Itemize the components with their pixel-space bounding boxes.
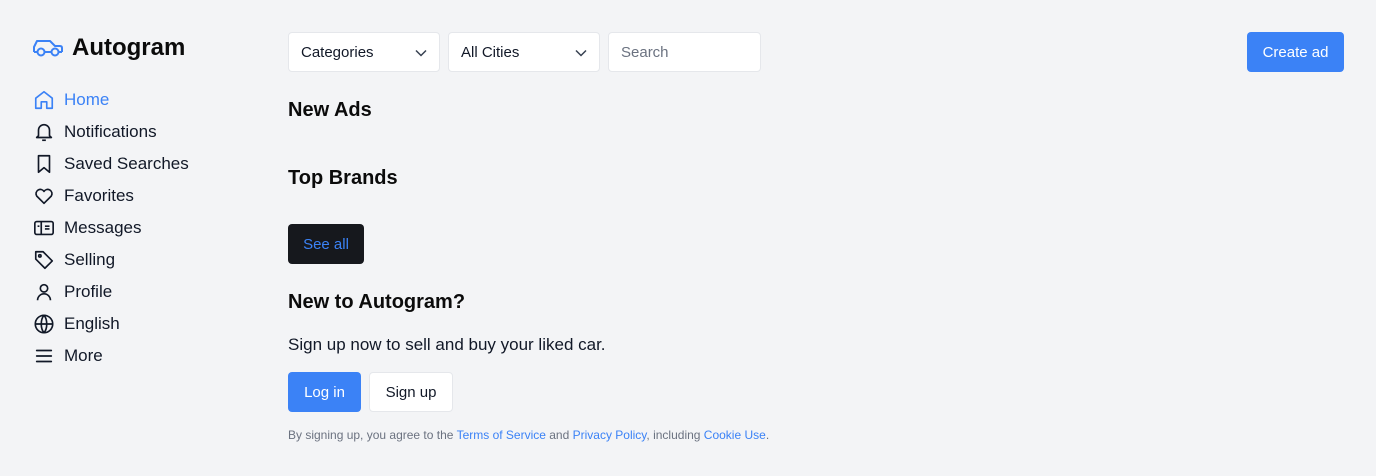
sidebar-item-label: Home bbox=[64, 90, 110, 109]
sidebar-item-label: More bbox=[64, 346, 103, 365]
terms-link[interactable]: Terms of Service bbox=[457, 428, 546, 442]
menu-icon bbox=[32, 344, 56, 368]
auth-buttons: Log in Sign up bbox=[288, 372, 453, 412]
signup-button[interactable]: Sign up bbox=[369, 372, 453, 412]
legal-notice: By signing up, you agree to the Terms of… bbox=[288, 428, 769, 442]
search-input[interactable] bbox=[608, 32, 761, 72]
sidebar: Autogram Home Notifications Saved Search… bbox=[32, 32, 262, 372]
globe-icon bbox=[32, 312, 56, 336]
sidebar-item-label: Favorites bbox=[64, 186, 134, 205]
sidebar-item-more[interactable]: More bbox=[32, 340, 262, 372]
main-content: Categories All Cities Create ad New Ads … bbox=[288, 32, 1348, 442]
legal-and: and bbox=[545, 428, 573, 442]
user-icon bbox=[32, 280, 56, 304]
cities-dropdown[interactable]: All Cities bbox=[448, 32, 600, 72]
top-brands-heading: Top Brands bbox=[288, 167, 398, 189]
tag-icon bbox=[32, 248, 56, 272]
login-button[interactable]: Log in bbox=[288, 372, 361, 412]
heart-icon bbox=[32, 184, 56, 208]
sidebar-nav: Home Notifications Saved Searches Favori… bbox=[32, 84, 262, 372]
sidebar-item-label: English bbox=[64, 314, 120, 333]
sidebar-item-label: Saved Searches bbox=[64, 154, 189, 173]
sidebar-item-saved-searches[interactable]: Saved Searches bbox=[32, 148, 262, 180]
sidebar-item-messages[interactable]: Messages bbox=[32, 212, 262, 244]
bell-icon bbox=[32, 120, 56, 144]
sidebar-item-label: Notifications bbox=[64, 122, 157, 141]
inbox-icon bbox=[32, 216, 56, 240]
sidebar-item-label: Messages bbox=[64, 218, 142, 237]
categories-dropdown[interactable]: Categories bbox=[288, 32, 440, 72]
topbar: Categories All Cities Create ad bbox=[288, 32, 1348, 72]
chevron-down-icon bbox=[575, 44, 587, 61]
legal-prefix: By signing up, you agree to the bbox=[288, 428, 457, 442]
sidebar-item-label: Profile bbox=[64, 282, 113, 301]
sidebar-item-notifications[interactable]: Notifications bbox=[32, 116, 262, 148]
join-heading: New to Autogram? bbox=[288, 291, 466, 313]
sidebar-item-home[interactable]: Home bbox=[32, 84, 262, 116]
cookie-link[interactable]: Cookie Use bbox=[704, 428, 766, 442]
join-description: Sign up now to sell and buy your liked c… bbox=[288, 335, 606, 354]
legal-including: , including bbox=[646, 428, 704, 442]
app-name: Autogram bbox=[72, 34, 186, 61]
legal-suffix: . bbox=[765, 428, 770, 442]
categories-value: Categories bbox=[301, 43, 374, 61]
sidebar-item-label: Selling bbox=[64, 250, 116, 269]
sidebar-item-selling[interactable]: Selling bbox=[32, 244, 262, 276]
logo[interactable]: Autogram bbox=[32, 32, 262, 64]
see-all-button[interactable]: See all bbox=[288, 224, 364, 264]
new-ads-heading: New Ads bbox=[288, 99, 372, 121]
car-icon bbox=[32, 32, 64, 64]
sidebar-item-profile[interactable]: Profile bbox=[32, 276, 262, 308]
cities-value: All Cities bbox=[461, 43, 520, 61]
sidebar-item-language[interactable]: English bbox=[32, 308, 262, 340]
bookmark-icon bbox=[32, 152, 56, 176]
create-ad-button[interactable]: Create ad bbox=[1247, 32, 1344, 72]
home-icon bbox=[32, 88, 56, 112]
sidebar-item-favorites[interactable]: Favorites bbox=[32, 180, 262, 212]
chevron-down-icon bbox=[415, 44, 427, 61]
privacy-link[interactable]: Privacy Policy bbox=[573, 428, 647, 442]
